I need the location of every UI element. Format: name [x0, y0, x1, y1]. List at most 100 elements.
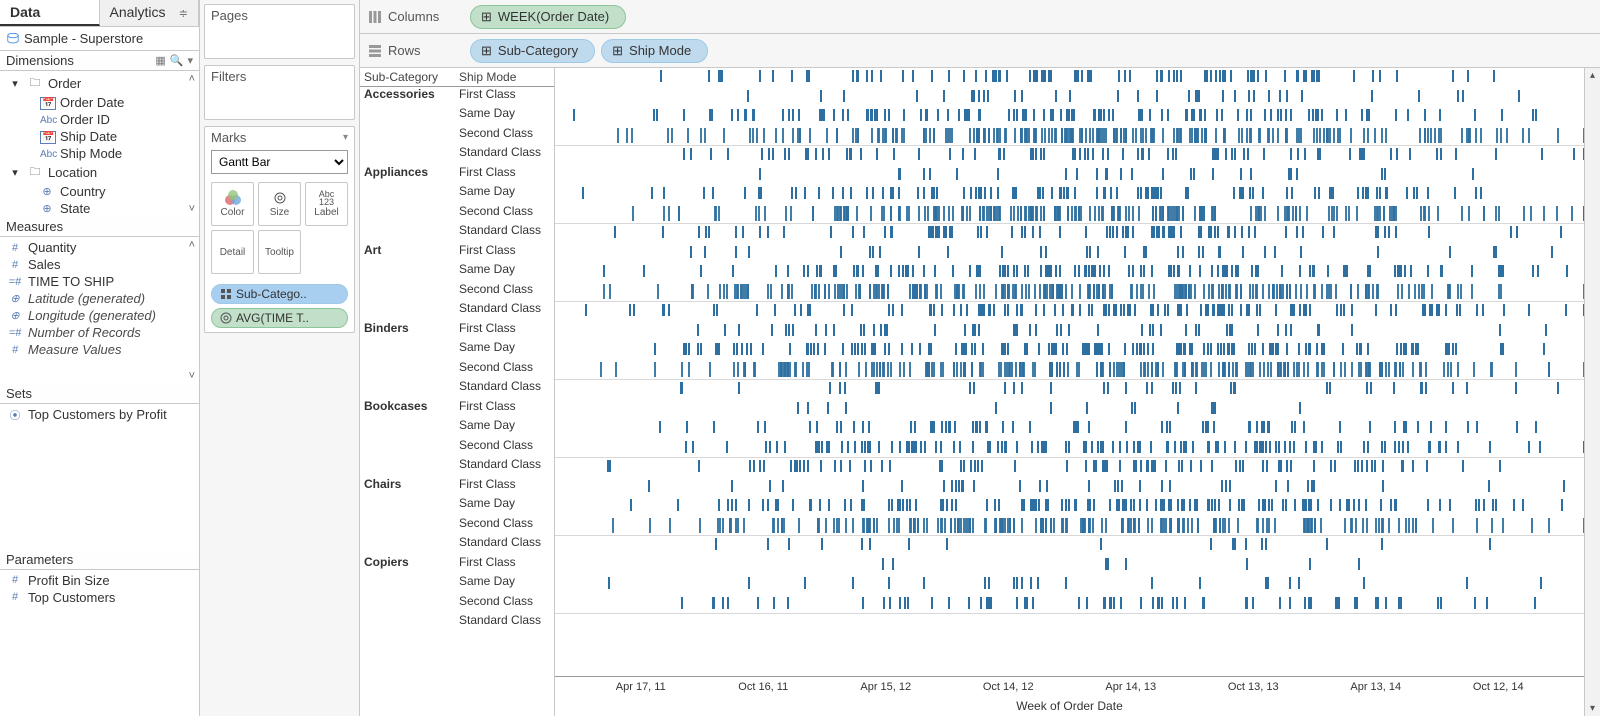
dim-group-location[interactable]: ▾🗀Location [0, 162, 199, 183]
header-cell-shipmode[interactable]: Second Class [455, 516, 554, 536]
scroll-down-icon[interactable]: ˅ [187, 203, 197, 215]
header-cell-subcat[interactable]: Art [360, 243, 455, 263]
header-cell-shipmode[interactable]: Standard Class [455, 379, 554, 399]
filters-shelf[interactable]: Filters [204, 65, 355, 120]
header-cell-subcat[interactable] [360, 594, 455, 614]
scroll-up-icon[interactable]: ˄ [187, 73, 197, 85]
vertical-scrollbar[interactable]: ▴ ▾ [1584, 68, 1600, 716]
header-cell-subcat[interactable] [360, 106, 455, 126]
scroll-down-icon[interactable]: ▾ [1590, 703, 1595, 714]
header-cell-shipmode[interactable]: First Class [455, 399, 554, 419]
rows-pill-sub-category[interactable]: ⊞Sub-Category [470, 39, 595, 63]
header-cell-subcat[interactable]: Binders [360, 321, 455, 341]
measure-measure-values[interactable]: #Measure Values [0, 341, 199, 358]
set-top-customers-by-profit[interactable]: ⦿Top Customers by Profit [0, 406, 199, 424]
header-cell-shipmode[interactable]: Second Class [455, 126, 554, 146]
measure-quantity[interactable]: #Quantity [0, 239, 199, 256]
scroll-up-icon[interactable]: ▴ [1590, 70, 1595, 81]
dim-group-order[interactable]: ▾🗀Order [0, 73, 199, 94]
header-cell-subcat[interactable] [360, 126, 455, 146]
header-cell-shipmode[interactable]: Standard Class [455, 535, 554, 555]
header-cell-shipmode[interactable]: First Class [455, 321, 554, 341]
header-cell-subcat[interactable] [360, 574, 455, 594]
measure-number-of-records[interactable]: =#Number of Records [0, 324, 199, 341]
header-cell-shipmode[interactable]: Standard Class [455, 145, 554, 165]
header-cell-subcat[interactable] [360, 360, 455, 380]
measure-time-to-ship[interactable]: =#TIME TO SHIP [0, 273, 199, 290]
header-cell-shipmode[interactable]: Standard Class [455, 457, 554, 477]
mark-type-select[interactable]: Gantt Bar [211, 150, 348, 174]
header-cell-subcat[interactable]: Chairs [360, 477, 455, 497]
view-toggle-icon[interactable]: ▦ [155, 54, 165, 67]
field-country[interactable]: ⊕Country [0, 183, 199, 200]
rows-pill-ship-mode[interactable]: ⊞Ship Mode [601, 39, 708, 63]
measure-sales[interactable]: #Sales [0, 256, 199, 273]
field-order-date[interactable]: 📅Order Date [0, 94, 199, 111]
x-axis[interactable]: Apr 17, 11Oct 16, 11Apr 15, 12Oct 14, 12… [555, 676, 1584, 716]
header-cell-subcat[interactable] [360, 535, 455, 555]
chart-canvas[interactable] [555, 68, 1584, 676]
marks-menu-icon[interactable]: ▾ [343, 132, 348, 143]
scroll-up-icon[interactable]: ˄ [187, 239, 197, 251]
header-cell-shipmode[interactable]: First Class [455, 477, 554, 497]
header-cell-shipmode[interactable]: Second Class [455, 360, 554, 380]
header-cell-shipmode[interactable]: Second Class [455, 594, 554, 614]
marks-size-button[interactable]: Size [258, 182, 301, 226]
marks-pill-avg-time-t-[interactable]: AVG(TIME T.. [211, 308, 348, 328]
header-cell-subcat[interactable] [360, 457, 455, 477]
marks-tooltip-button[interactable]: Tooltip [258, 230, 301, 274]
header-cell-subcat[interactable] [360, 418, 455, 438]
rows-shelf[interactable]: Rows ⊞Sub-Category⊞Ship Mode [360, 34, 1600, 68]
header-cell-subcat[interactable]: Bookcases [360, 399, 455, 419]
header-cell-subcat[interactable] [360, 516, 455, 536]
marks-detail-button[interactable]: Detail [211, 230, 254, 274]
header-cell-subcat[interactable] [360, 204, 455, 224]
header-cell-subcat[interactable] [360, 438, 455, 458]
header-cell-subcat[interactable]: Appliances [360, 165, 455, 185]
datasource-row[interactable]: Sample - Superstore [0, 27, 199, 51]
header-cell-shipmode[interactable]: Same Day [455, 496, 554, 516]
header-cell-subcat[interactable] [360, 301, 455, 321]
marks-pill-sub-catego-[interactable]: Sub-Catego.. [211, 284, 348, 304]
header-cell-shipmode[interactable]: Same Day [455, 262, 554, 282]
header-ship-mode[interactable]: Ship Mode [455, 68, 554, 87]
tab-data[interactable]: Data [0, 0, 100, 26]
header-cell-subcat[interactable] [360, 613, 455, 633]
header-cell-subcat[interactable] [360, 262, 455, 282]
measure-latitude-generated-[interactable]: ⊕Latitude (generated) [0, 290, 199, 307]
marks-label-button[interactable]: Abc123 Label [305, 182, 348, 226]
field-state[interactable]: ⊕State [0, 200, 199, 217]
header-cell-shipmode[interactable]: Second Class [455, 438, 554, 458]
header-cell-shipmode[interactable]: Same Day [455, 184, 554, 204]
search-icon[interactable]: 🔍 [170, 54, 184, 67]
marks-color-button[interactable]: Color [211, 182, 254, 226]
header-cell-subcat[interactable]: Accessories [360, 87, 455, 107]
header-cell-shipmode[interactable]: First Class [455, 555, 554, 575]
header-cell-shipmode[interactable]: Standard Class [455, 301, 554, 321]
header-cell-subcat[interactable] [360, 223, 455, 243]
field-order-id[interactable]: AbcOrder ID [0, 111, 199, 128]
header-sub-category[interactable]: Sub-Category [360, 68, 455, 87]
scroll-down-icon[interactable]: ˅ [187, 370, 197, 382]
header-cell-subcat[interactable] [360, 145, 455, 165]
header-cell-shipmode[interactable]: Same Day [455, 340, 554, 360]
tab-analytics[interactable]: Analytics≑ [100, 0, 200, 26]
header-cell-shipmode[interactable]: Same Day [455, 106, 554, 126]
field-ship-mode[interactable]: AbcShip Mode [0, 145, 199, 162]
header-cell-shipmode[interactable]: Same Day [455, 574, 554, 594]
measure-longitude-generated-[interactable]: ⊕Longitude (generated) [0, 307, 199, 324]
header-cell-shipmode[interactable]: First Class [455, 165, 554, 185]
header-cell-subcat[interactable]: Copiers [360, 555, 455, 575]
header-cell-subcat[interactable] [360, 496, 455, 516]
param-top-customers[interactable]: #Top Customers [0, 589, 199, 606]
header-cell-shipmode[interactable]: Standard Class [455, 613, 554, 633]
header-cell-shipmode[interactable]: First Class [455, 243, 554, 263]
columns-pill-week[interactable]: ⊞ WEEK(Order Date) [470, 5, 626, 29]
header-cell-shipmode[interactable]: Standard Class [455, 223, 554, 243]
header-cell-subcat[interactable] [360, 282, 455, 302]
header-cell-shipmode[interactable]: Second Class [455, 204, 554, 224]
header-cell-shipmode[interactable]: First Class [455, 87, 554, 107]
header-cell-subcat[interactable] [360, 340, 455, 360]
header-cell-subcat[interactable] [360, 379, 455, 399]
header-cell-shipmode[interactable]: Second Class [455, 282, 554, 302]
